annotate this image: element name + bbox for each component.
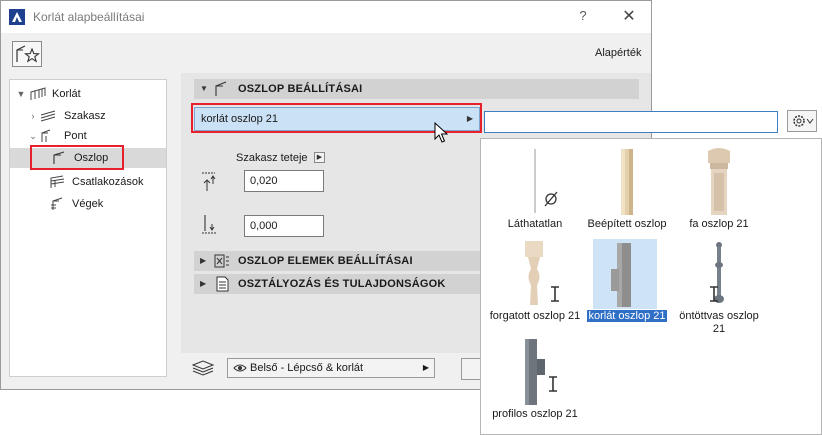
chevron-right-icon: ▶ (422, 363, 429, 372)
highlight-box (30, 145, 124, 170)
post-gallery: Láthatatlan Beépített oszlop fa oszlop 2… (480, 138, 822, 435)
post-elements-icon (214, 254, 229, 268)
search-input[interactable] (484, 111, 778, 133)
gallery-item-label: öntöttvas oszlop 21 (679, 310, 759, 335)
gallery-item-label: fa oszlop 21 (689, 218, 749, 230)
tree-item-railing[interactable]: ▼ Korlát (10, 84, 166, 104)
gallery-item-cast-iron[interactable]: öntöttvas oszlop 21 (673, 239, 765, 335)
gallery-item-label: Láthatatlan (507, 218, 563, 230)
settings-tree: ▼ Korlát › Szakasz ⌄ Pont Oszlop Csatlak… (9, 79, 167, 377)
document-icon (216, 276, 229, 292)
segment-top-label: Szakasz teteje (236, 152, 308, 164)
bottom-offset-field[interactable]: 0,000 (244, 215, 324, 237)
wood-post-icon (708, 148, 730, 215)
help-button[interactable]: ? (574, 8, 592, 26)
chevron-down-icon[interactable]: ▼ (200, 79, 208, 99)
section-title: OSZLOP BEÁLLÍTÁSAI (238, 83, 363, 95)
section-post-settings[interactable]: ▼ OSZLOP BEÁLLÍTÁSAI (194, 79, 639, 99)
eye-icon (233, 364, 247, 372)
gallery-item-label: Beépített oszlop (587, 218, 667, 230)
tree-item-connections[interactable]: Csatlakozások (10, 172, 166, 192)
favorites-icon (16, 45, 41, 63)
top-offset-icon (202, 172, 216, 191)
invisible-post-icon (534, 149, 558, 213)
tree-item-label: Csatlakozások (72, 176, 144, 188)
gear-button[interactable] (787, 110, 817, 132)
turned-post-icon (525, 241, 559, 305)
section-post-elements[interactable]: ▶ OSZLOP ELEMEK BEÁLLÍTÁSAI (194, 251, 480, 271)
gallery-item-railing-post[interactable]: korlát oszlop 21 (581, 239, 673, 334)
gear-icon (793, 115, 814, 127)
tree-item-label: Végek (72, 198, 104, 210)
segment-icon (40, 110, 56, 122)
tree-item-label: Szakasz (64, 110, 106, 122)
mouse-cursor-icon (434, 122, 448, 143)
close-button[interactable]: ✕ (620, 6, 638, 26)
gallery-item-label: korlát oszlop 21 (581, 310, 673, 323)
builtin-post-icon (621, 149, 633, 215)
railing-post-icon (593, 239, 657, 309)
connections-icon (50, 175, 65, 188)
profile-post-icon (525, 339, 557, 405)
chevron-right-icon[interactable]: ▶ (200, 251, 206, 271)
point-icon (41, 129, 51, 142)
segment-top-toggle[interactable]: ▶ (314, 152, 325, 163)
tree-item-label: Pont (64, 130, 87, 142)
tree-item-label: Korlát (52, 88, 81, 100)
post-icon (215, 81, 227, 96)
gallery-item-invisible[interactable]: Láthatatlan (489, 147, 581, 237)
gallery-item-wood[interactable]: fa oszlop 21 (673, 147, 765, 237)
tree-item-segment[interactable]: › Szakasz (10, 106, 166, 126)
title-bar[interactable]: Korlát alapbeállításai ? ✕ (1, 1, 651, 33)
cast-iron-post-icon (710, 242, 724, 303)
ends-icon (51, 197, 63, 210)
section-title: OSZLOP ELEMEK BEÁLLÍTÁSAI (238, 255, 413, 267)
chevron-right-icon[interactable]: ▶ (200, 274, 206, 294)
selected-label: korlát oszlop 21 (587, 310, 667, 322)
section-title: OSZTÁLYOZÁS ÉS TULAJDONSÁGOK (238, 278, 446, 290)
window-title: Korlát alapbeállításai (33, 10, 145, 24)
section-classification[interactable]: ▶ OSZTÁLYOZÁS ÉS TULAJDONSÁGOK (194, 274, 480, 294)
layers-icon[interactable] (191, 359, 215, 377)
gallery-item-builtin[interactable]: Beépített oszlop (581, 147, 673, 237)
tree-item-ends[interactable]: Végek (10, 194, 166, 214)
gallery-item-turned[interactable]: forgatott oszlop 21 (489, 239, 581, 334)
chevron-down-icon[interactable]: ⌄ (28, 126, 38, 146)
gallery-item-label: forgatott oszlop 21 (489, 310, 581, 322)
gallery-item-label: profilos oszlop 21 (492, 408, 578, 420)
chevron-down-icon[interactable]: ▼ (16, 84, 26, 104)
tree-item-point[interactable]: ⌄ Pont (10, 126, 166, 146)
railing-icon (30, 87, 46, 100)
top-offset-field[interactable]: 0,020 (244, 170, 324, 192)
default-label: Alapérték (595, 47, 642, 59)
chevron-right-icon[interactable]: › (28, 106, 38, 126)
layer-select[interactable]: Belső - Lépcső & korlát ▶ (227, 358, 435, 378)
bottom-offset-icon (202, 215, 216, 234)
favorites-button[interactable] (12, 41, 42, 67)
layer-name: Belső - Lépcső & korlát (250, 362, 364, 374)
app-icon (9, 9, 25, 25)
gallery-item-profile[interactable]: profilos oszlop 21 (489, 337, 581, 432)
